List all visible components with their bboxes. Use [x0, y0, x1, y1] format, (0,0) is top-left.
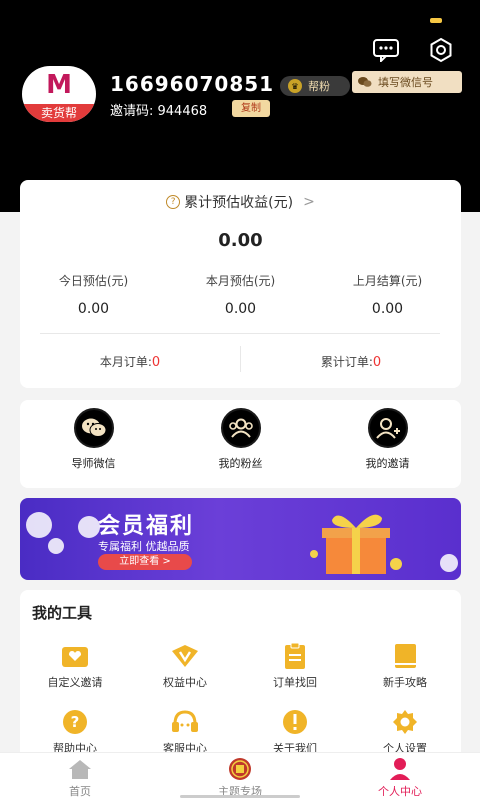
- member-badge: ♛ 帮粉: [280, 76, 350, 96]
- gift-box-icon: [310, 514, 402, 574]
- tab-profile[interactable]: 个人中心: [320, 757, 480, 799]
- tab-label: 首页: [69, 785, 91, 798]
- bottom-tab-bar: 首页 主题专场 个人中心: [0, 752, 480, 800]
- status-indicator: [430, 18, 442, 23]
- tool-label: 自定义邀请: [47, 676, 103, 689]
- total-orders-label: 累计订单:: [320, 355, 373, 369]
- tab-home[interactable]: 首页: [0, 757, 160, 799]
- decor-bubble: [48, 538, 64, 554]
- shortcut-label: 导师微信: [71, 457, 116, 470]
- avatar[interactable]: M 卖货帮: [22, 66, 96, 122]
- total-orders-value: 0: [372, 355, 382, 370]
- tab-label: 个人中心: [378, 785, 422, 798]
- month-orders-value: 0: [151, 355, 161, 370]
- month-orders-label: 本月订单:: [99, 355, 152, 369]
- banner-cta-button[interactable]: 立即查看 >: [98, 554, 192, 570]
- settings-icon[interactable]: [425, 34, 457, 66]
- avatar-logo: M: [46, 70, 72, 100]
- phone-number: 16696070851: [110, 72, 275, 96]
- chevron-right-icon: >: [303, 194, 315, 210]
- tool-benefits-center[interactable]: 权益中心: [130, 642, 240, 690]
- vip-icon: [169, 642, 201, 670]
- fill-wechat-label: 填写微信号: [378, 76, 433, 89]
- book-icon: [389, 642, 421, 670]
- crown-icon: ♛: [288, 79, 302, 93]
- tool-customer-service[interactable]: 客服中心: [130, 708, 240, 756]
- stat-label: 上月结算(元): [352, 274, 423, 288]
- shortcut-mentor-wechat[interactable]: 导师微信: [20, 408, 167, 471]
- member-badge-label: 帮粉: [308, 80, 330, 93]
- shortcut-my-invites[interactable]: 我的邀请: [314, 408, 461, 471]
- shortcut-label: 我的邀请: [365, 457, 410, 470]
- wechat-icon: [73, 408, 114, 448]
- stat-value: 0.00: [224, 301, 257, 317]
- clipboard-icon: [279, 642, 311, 670]
- message-icon[interactable]: [370, 34, 402, 66]
- home-indicator: [180, 795, 300, 798]
- question-icon[interactable]: ?: [166, 195, 181, 209]
- info-icon: [279, 708, 311, 736]
- decor-bubble: [26, 512, 52, 538]
- home-icon: [0, 757, 160, 781]
- divider: [40, 333, 440, 334]
- stat-this-month: 本月预估(元) 0.00: [167, 272, 314, 317]
- earnings-title-row[interactable]: ? 累计预估收益(元) >: [20, 192, 461, 212]
- tool-label: 权益中心: [163, 676, 207, 689]
- shortcut-card: 导师微信 我的粉丝 我的邀请: [20, 400, 461, 488]
- earnings-card: ? 累计预估收益(元) > 0.00 今日预估(元) 0.00 本月预估(元) …: [20, 180, 461, 388]
- tool-label: 订单找回: [273, 676, 317, 689]
- total-orders[interactable]: 累计订单:0: [241, 353, 461, 370]
- tool-order-recovery[interactable]: 订单找回: [240, 642, 350, 690]
- wechat-small-icon: [358, 77, 372, 87]
- add-user-icon: [367, 408, 408, 448]
- copy-button[interactable]: 复制: [232, 100, 270, 117]
- stat-label: 今日预估(元): [58, 274, 129, 288]
- person-icon: [320, 757, 480, 781]
- tool-custom-invite[interactable]: 自定义邀请: [20, 642, 130, 690]
- invite-card-icon: [59, 642, 91, 670]
- decor-bubble: [78, 516, 100, 538]
- theme-icon: [160, 757, 320, 781]
- member-benefits-banner[interactable]: 会员福利 专属福利 优越品质 立即查看 >: [20, 498, 461, 580]
- stat-last-month: 上月结算(元) 0.00: [314, 272, 461, 317]
- stat-value: 0.00: [371, 301, 404, 317]
- tool-beginner-guide[interactable]: 新手攻略: [350, 642, 460, 690]
- fill-wechat-button[interactable]: 填写微信号: [352, 71, 462, 93]
- gear-icon: [389, 708, 421, 736]
- decor-bubble: [440, 554, 458, 572]
- invite-code: 邀请码: 944468: [110, 104, 208, 119]
- earnings-title: 累计预估收益(元): [184, 195, 294, 211]
- avatar-brand-text: 卖货帮: [22, 104, 96, 122]
- stat-today: 今日预估(元) 0.00: [20, 272, 167, 317]
- tool-label: 新手攻略: [383, 676, 427, 689]
- month-orders[interactable]: 本月订单:0: [20, 353, 240, 370]
- help-icon: ?: [59, 708, 91, 736]
- fans-icon: [220, 408, 261, 448]
- banner-title: 会员福利: [98, 514, 195, 539]
- banner-subtitle: 专属福利 优越品质: [98, 540, 190, 553]
- tool-personal-settings[interactable]: 个人设置: [350, 708, 460, 756]
- stat-value: 0.00: [77, 301, 110, 317]
- tool-help-center[interactable]: ? 帮助中心: [20, 708, 130, 756]
- svg-text:?: ?: [71, 713, 80, 731]
- shortcut-my-fans[interactable]: 我的粉丝: [167, 408, 314, 471]
- tab-theme[interactable]: 主题专场: [160, 757, 320, 799]
- tools-card: 我的工具 自定义邀请 权益中心 订单找回 新手攻略 ? 帮助中心 客服中心 关于…: [20, 590, 461, 755]
- tool-about-us[interactable]: 关于我们: [240, 708, 350, 756]
- tools-title: 我的工具: [32, 604, 93, 622]
- shortcut-label: 我的粉丝: [218, 457, 263, 470]
- earnings-total: 0.00: [218, 230, 263, 251]
- headset-icon: [169, 708, 201, 736]
- stat-label: 本月预估(元): [205, 274, 276, 288]
